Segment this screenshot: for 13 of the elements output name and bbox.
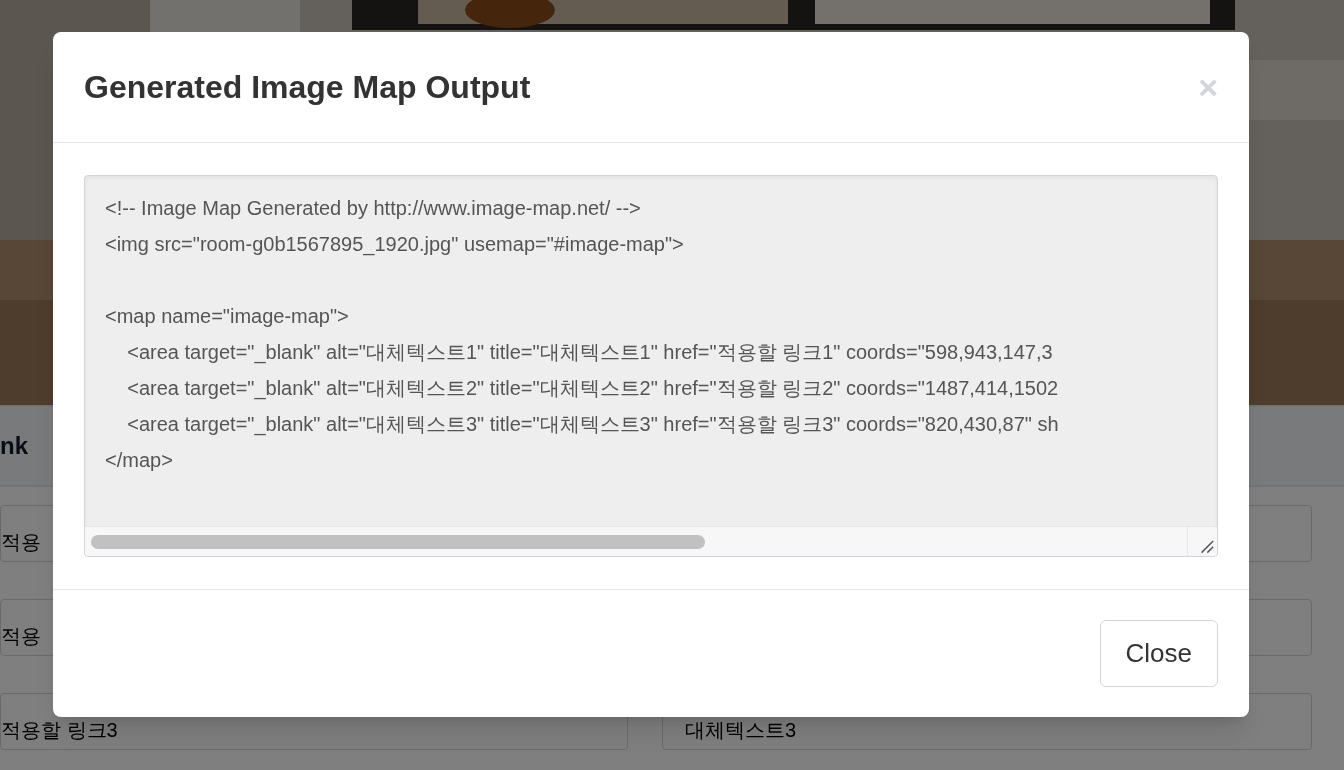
- code-line: <area target="_blank" alt="대체텍스트3" title="대체텍스트3" href="적용할 링크3" coords="820,430,87" sh: [126, 412, 1060, 438]
- resize-handle-icon[interactable]: [1187, 526, 1217, 556]
- code-line: <area target="_blank" alt="대체텍스트2" title="대체텍스트2" href="적용할 링크2" coords="1487,414,1502: [126, 376, 1060, 402]
- horizontal-scrollbar[interactable]: [91, 534, 705, 549]
- code-textarea[interactable]: [84, 175, 1218, 557]
- section-heading: nk: [0, 431, 28, 461]
- close-button[interactable]: Close: [1099, 620, 1218, 687]
- code-line: <!-- Image Map Generated by http://www.image-map.net/ -->: [105, 196, 642, 221]
- code-line: <area target="_blank" alt="대체텍스트1" title="대체텍스트1" href="적용할 링크1" coords="598,943,147,3: [126, 340, 1054, 366]
- modal-title: Generated Image Map Output: [84, 68, 531, 107]
- code-line: <img src="room-g0b1567895_1920.jpg" usemap="#image-map">: [105, 232, 685, 258]
- code-line: </map>: [105, 448, 174, 473]
- code-line: <map name="image-map">: [105, 304, 350, 329]
